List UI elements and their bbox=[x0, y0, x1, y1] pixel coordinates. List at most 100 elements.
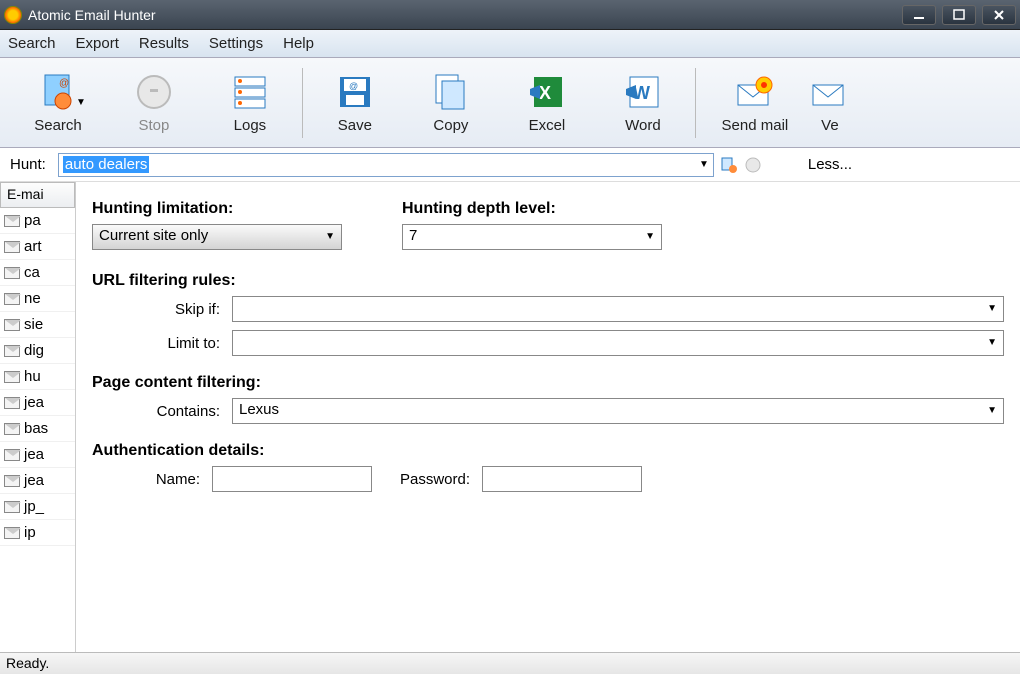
mail-icon bbox=[4, 527, 20, 539]
toolbar: @ Search ▼ Stop Logs @ Save Copy X Excel… bbox=[0, 58, 1020, 148]
verify-icon bbox=[809, 71, 851, 113]
hunt-globe-icon[interactable] bbox=[744, 156, 762, 174]
stop-icon bbox=[133, 71, 175, 113]
chevron-down-icon: ▼ bbox=[645, 231, 655, 242]
list-item[interactable]: jp_ bbox=[0, 494, 75, 520]
chevron-down-icon[interactable]: ▼ bbox=[699, 159, 709, 170]
list-item[interactable]: jea bbox=[0, 468, 75, 494]
mail-icon bbox=[4, 397, 20, 409]
auth-title: Authentication details: bbox=[92, 442, 1004, 460]
search-dropdown-caret[interactable]: ▼ bbox=[76, 97, 86, 108]
url-rules-title: URL filtering rules: bbox=[92, 272, 1004, 290]
menu-results[interactable]: Results bbox=[139, 35, 189, 52]
list-item[interactable]: jea bbox=[0, 390, 75, 416]
word-icon: W bbox=[622, 71, 664, 113]
mail-icon bbox=[4, 475, 20, 487]
list-item[interactable]: jea bbox=[0, 442, 75, 468]
mail-icon bbox=[4, 371, 20, 383]
list-item-label: jea bbox=[24, 446, 44, 463]
email-column-header[interactable]: E-mai bbox=[0, 182, 75, 208]
list-item[interactable]: ca bbox=[0, 260, 75, 286]
excel-icon: X bbox=[526, 71, 568, 113]
depth-title: Hunting depth level: bbox=[402, 200, 662, 218]
statusbar: Ready. bbox=[0, 652, 1020, 674]
sendmail-icon bbox=[734, 71, 776, 113]
hunt-action-icon[interactable] bbox=[720, 156, 738, 174]
menu-search[interactable]: Search bbox=[8, 35, 56, 52]
titlebar: Atomic Email Hunter bbox=[0, 0, 1020, 30]
menu-help[interactable]: Help bbox=[283, 35, 314, 52]
password-input[interactable] bbox=[482, 466, 642, 492]
mail-icon bbox=[4, 345, 20, 357]
limit-to-input[interactable]: ▼ bbox=[232, 330, 1004, 356]
mail-icon bbox=[4, 449, 20, 461]
list-item[interactable]: ip bbox=[0, 520, 75, 546]
list-item[interactable]: dig bbox=[0, 338, 75, 364]
skip-if-label: Skip if: bbox=[92, 301, 232, 318]
list-item-label: art bbox=[24, 238, 42, 255]
stop-button: Stop bbox=[106, 71, 202, 134]
window-title: Atomic Email Hunter bbox=[28, 7, 902, 23]
mail-icon bbox=[4, 423, 20, 435]
list-item-label: jea bbox=[24, 394, 44, 411]
less-button[interactable]: Less... bbox=[808, 156, 852, 173]
verify-button[interactable]: Ve bbox=[810, 71, 850, 134]
logs-icon bbox=[229, 71, 271, 113]
search-icon: @ bbox=[37, 71, 79, 113]
copy-icon bbox=[430, 71, 472, 113]
hunt-value: auto dealers bbox=[63, 156, 150, 173]
contains-label: Contains: bbox=[92, 403, 232, 420]
list-item-label: jea bbox=[24, 472, 44, 489]
limitation-title: Hunting limitation: bbox=[92, 200, 342, 218]
name-input[interactable] bbox=[212, 466, 372, 492]
list-item[interactable]: art bbox=[0, 234, 75, 260]
limit-to-label: Limit to: bbox=[92, 335, 232, 352]
email-list-sidebar: E-mai pa art ca ne sie dig hu jea bas jea jea jp_ip bbox=[0, 182, 76, 652]
list-item-label: pa bbox=[24, 212, 41, 229]
maximize-button[interactable] bbox=[942, 5, 976, 25]
list-item[interactable]: ne bbox=[0, 286, 75, 312]
chevron-down-icon: ▼ bbox=[325, 231, 335, 242]
skip-if-input[interactable]: ▼ bbox=[232, 296, 1004, 322]
password-label: Password: bbox=[372, 471, 482, 488]
list-item[interactable]: hu bbox=[0, 364, 75, 390]
hunt-label: Hunt: bbox=[4, 156, 52, 173]
content-area: E-mai pa art ca ne sie dig hu jea bas jea jea jp_ip… bbox=[0, 182, 1020, 652]
menubar: Search Export Results Settings Help bbox=[0, 30, 1020, 58]
list-item-label: ne bbox=[24, 290, 41, 307]
list-item-label: dig bbox=[24, 342, 44, 359]
copy-button[interactable]: Copy bbox=[403, 71, 499, 134]
word-button[interactable]: W Word bbox=[595, 71, 691, 134]
name-label: Name: bbox=[92, 471, 212, 488]
list-item[interactable]: sie bbox=[0, 312, 75, 338]
sendmail-button[interactable]: Send mail bbox=[700, 71, 810, 134]
svg-text:@: @ bbox=[349, 81, 358, 91]
mail-icon bbox=[4, 215, 20, 227]
svg-text:X: X bbox=[539, 83, 551, 103]
svg-text:@: @ bbox=[59, 78, 69, 89]
list-item[interactable]: bas bbox=[0, 416, 75, 442]
mail-icon bbox=[4, 293, 20, 305]
logs-button[interactable]: Logs bbox=[202, 71, 298, 134]
mail-icon bbox=[4, 501, 20, 513]
list-item-label: ip bbox=[24, 524, 36, 541]
options-panel: Hunting limitation: Current site only▼ H… bbox=[76, 182, 1020, 652]
menu-settings[interactable]: Settings bbox=[209, 35, 263, 52]
mail-icon bbox=[4, 319, 20, 331]
save-button[interactable]: @ Save bbox=[307, 71, 403, 134]
close-button[interactable] bbox=[982, 5, 1016, 25]
list-item-label: ca bbox=[24, 264, 40, 281]
hunt-row: Hunt: auto dealers ▼ Less... bbox=[0, 148, 1020, 182]
hunt-input[interactable]: auto dealers ▼ bbox=[58, 153, 714, 177]
menu-export[interactable]: Export bbox=[76, 35, 119, 52]
list-item[interactable]: pa bbox=[0, 208, 75, 234]
mail-icon bbox=[4, 267, 20, 279]
search-button[interactable]: @ Search bbox=[10, 71, 106, 134]
chevron-down-icon: ▼ bbox=[987, 303, 997, 314]
minimize-button[interactable] bbox=[902, 5, 936, 25]
app-icon bbox=[4, 6, 22, 24]
contains-input[interactable]: Lexus▼ bbox=[232, 398, 1004, 424]
depth-select[interactable]: 7▼ bbox=[402, 224, 662, 250]
limitation-select[interactable]: Current site only▼ bbox=[92, 224, 342, 250]
excel-button[interactable]: X Excel bbox=[499, 71, 595, 134]
